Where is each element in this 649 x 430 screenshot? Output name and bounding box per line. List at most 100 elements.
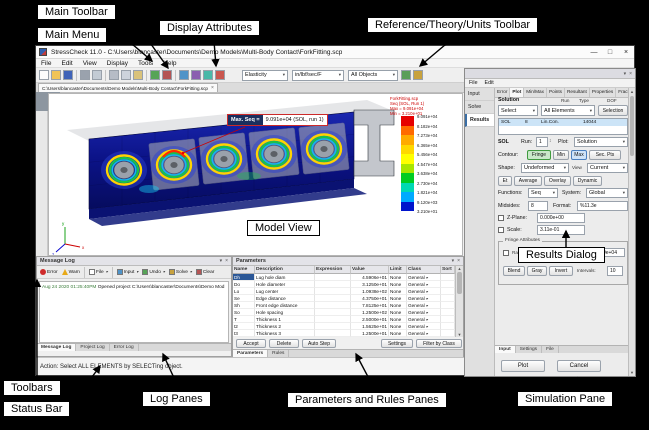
gray-button[interactable]: Gray [527, 266, 547, 276]
shape-dropdown[interactable]: Undeformed [521, 163, 569, 173]
open-icon[interactable] [51, 70, 61, 80]
param-cell[interactable] [441, 309, 455, 316]
tab-sim-file[interactable]: File [542, 346, 559, 353]
col-header-sort[interactable]: Sort [441, 266, 455, 274]
param-cell[interactable]: So [233, 309, 255, 316]
param-cell[interactable]: Se [233, 295, 255, 302]
select-tool-icon[interactable] [179, 70, 189, 80]
param-cell[interactable] [441, 274, 455, 281]
attributes-icon[interactable] [413, 70, 423, 80]
tab-solve[interactable]: Solve [465, 101, 494, 114]
param-cell[interactable]: General [407, 288, 441, 295]
scroll-up-icon[interactable]: ▲ [456, 266, 463, 271]
param-cell[interactable] [441, 302, 455, 309]
scope-dropdown[interactable]: All Elements [541, 105, 595, 116]
tab-results[interactable]: Results [465, 114, 494, 127]
scale-input[interactable]: 3.11e-01 [537, 225, 585, 235]
log-undo-button[interactable]: Undo [140, 267, 166, 278]
zoom-tool-icon[interactable] [203, 70, 213, 80]
log-input-button[interactable]: Input [115, 267, 141, 278]
log-solve-button[interactable]: Solve [167, 267, 194, 278]
simulation-scrollbar[interactable]: ▲ ▼ [628, 88, 635, 376]
param-cell[interactable] [441, 295, 455, 302]
maximize-button[interactable]: □ [602, 46, 618, 58]
param-cell[interactable]: 3.1250e+01 [351, 281, 389, 288]
param-cell[interactable]: t3 [233, 330, 255, 337]
format-input[interactable]: %11.3e [577, 201, 628, 211]
max-button[interactable]: Max [571, 150, 587, 160]
zplane-input[interactable]: 0.000e+00 [537, 213, 585, 223]
et-button[interactable]: Et [498, 176, 512, 186]
col-header-limit[interactable]: Limit [389, 266, 407, 274]
scroll-up-icon[interactable]: ▲ [629, 89, 635, 94]
param-cell[interactable]: General [407, 323, 441, 330]
param-cell[interactable] [315, 288, 351, 295]
log-file-button[interactable]: File [87, 267, 110, 278]
print-icon[interactable] [80, 70, 90, 80]
param-cell[interactable]: Front edge distance [255, 302, 315, 309]
tab-minmax[interactable]: Min/Max [524, 88, 547, 97]
param-cell[interactable] [315, 274, 351, 281]
tab-error[interactable]: Error [495, 88, 510, 97]
document-tab[interactable]: C:\Users\blancaster\Documents\Demo Model… [38, 83, 218, 92]
param-cell[interactable]: None [389, 288, 407, 295]
scroll-down-icon[interactable]: ▼ [629, 370, 635, 375]
param-cell[interactable]: General [407, 309, 441, 316]
param-cell[interactable]: Hole spacing [255, 309, 315, 316]
menu-edit[interactable]: Edit [56, 60, 77, 67]
rotate-tool-icon[interactable] [191, 70, 201, 80]
param-cell[interactable] [315, 309, 351, 316]
solution-list-row[interactable]: SOL 8 Lin.Con. 14044 [499, 119, 627, 126]
menu-file[interactable]: File [36, 60, 56, 67]
select-dropdown[interactable]: Select [498, 105, 538, 116]
param-cell[interactable]: None [389, 330, 407, 337]
scale-checkbox[interactable] [498, 227, 504, 233]
plot-button[interactable]: Plot [501, 360, 545, 372]
param-cell[interactable]: 1.2500e+02 [351, 309, 389, 316]
system-dropdown[interactable]: Global [586, 188, 628, 198]
param-cell[interactable]: General [407, 274, 441, 281]
menu-view[interactable]: View [78, 60, 102, 67]
cancel-button[interactable]: Cancel [557, 360, 601, 372]
midsides-input[interactable]: 8 [528, 201, 548, 211]
settings-button[interactable]: Settings [381, 339, 413, 348]
param-cell[interactable]: None [389, 323, 407, 330]
param-cell[interactable]: 1.5625e+01 [351, 323, 389, 330]
param-cell[interactable]: 1.0938e+02 [351, 288, 389, 295]
menu-help[interactable]: Help [158, 60, 181, 67]
selection-button[interactable]: Selection [598, 105, 628, 116]
tab-points[interactable]: Points [547, 88, 565, 97]
objects-select[interactable]: All Objects [348, 70, 398, 81]
col-header-expression[interactable]: Expression [315, 266, 351, 274]
param-cell[interactable]: 4.5906e+01 [351, 274, 389, 281]
param-cell[interactable]: 4.3750e+01 [351, 295, 389, 302]
close-icon[interactable]: × [225, 258, 228, 264]
param-cell[interactable]: Dh [233, 274, 255, 281]
param-cell[interactable]: Lug center [255, 288, 315, 295]
save-icon[interactable] [63, 70, 73, 80]
chevron-down-icon[interactable]: ▾ [624, 71, 627, 77]
tab-project-log[interactable]: Project Log [76, 344, 109, 351]
param-cell[interactable]: Thickness 2 [255, 323, 315, 330]
view-dropdown[interactable]: Current [587, 163, 628, 173]
sim-menu-file[interactable]: File [469, 80, 478, 86]
parameters-scrollbar[interactable]: ▲ ▼ [455, 266, 463, 337]
param-cell[interactable]: General [407, 316, 441, 323]
log-error-button[interactable]: Error [38, 267, 60, 278]
sim-menu-edit[interactable]: Edit [485, 80, 494, 86]
functions-dropdown[interactable]: Seq [528, 188, 558, 198]
run-spinner[interactable]: 1 [536, 137, 548, 147]
log-warn-button[interactable]: Warn [60, 267, 82, 278]
copy-icon[interactable] [121, 70, 131, 80]
param-cell[interactable] [441, 316, 455, 323]
menu-display[interactable]: Display [102, 60, 133, 67]
param-cell[interactable] [441, 323, 455, 330]
param-cell[interactable]: t2 [233, 323, 255, 330]
close-icon[interactable]: × [457, 258, 460, 264]
param-cell[interactable]: 7.8125e+01 [351, 302, 389, 309]
close-button[interactable]: × [618, 46, 634, 58]
delete-button[interactable]: Delete [269, 339, 299, 348]
fringe-button[interactable]: Fringe [527, 150, 551, 160]
tab-error-log[interactable]: Error Log [110, 344, 139, 351]
new-icon[interactable] [39, 70, 49, 80]
